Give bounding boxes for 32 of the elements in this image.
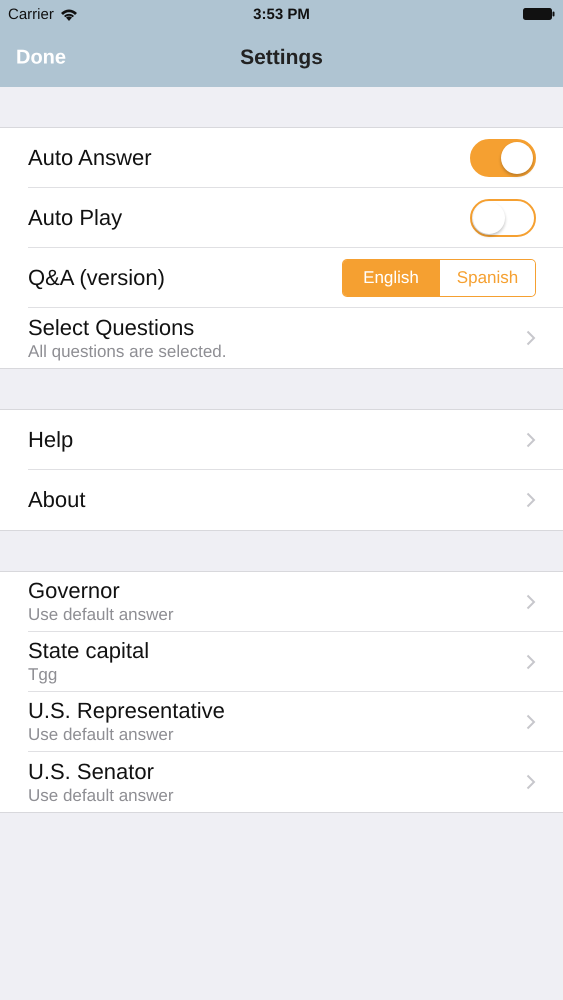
carrier-name: Carrier — [8, 6, 54, 22]
row-label: Governor — [28, 578, 121, 604]
row-label: Help — [28, 426, 74, 452]
row-label: U.S. Representative — [28, 698, 225, 724]
chevron-icon — [526, 774, 536, 790]
segment-tab[interactable]: English — [343, 260, 439, 296]
row-subtitle: Use default answer — [28, 786, 174, 806]
segment-tab[interactable]: Spanish — [439, 260, 535, 296]
done-button[interactable]: Done — [16, 46, 66, 69]
row-subtitle: Tgg — [28, 665, 58, 685]
toggle-switch[interactable] — [470, 198, 536, 236]
wifi-icon — [60, 8, 78, 20]
chevron-icon — [526, 594, 536, 610]
status-time: 3:53 PM — [252, 6, 311, 22]
chevron-icon — [526, 654, 536, 670]
row-label: U.S. Senator — [28, 758, 155, 784]
row-subtitle: Use default answer — [28, 605, 174, 625]
chevron-icon — [526, 714, 536, 730]
row-label: Auto Answer — [28, 144, 152, 170]
row-label: About — [28, 487, 86, 513]
nav-title: Settings — [240, 46, 323, 70]
row-label: Auto Play — [28, 204, 122, 230]
chevron-icon — [526, 330, 536, 346]
row-label: State capital — [28, 638, 150, 664]
battery-icon — [523, 7, 555, 21]
row-subtitle: All questions are selected. — [28, 342, 226, 362]
row-subtitle: Use default answer — [28, 725, 175, 745]
chevron-icon — [526, 492, 536, 508]
chevron-icon — [526, 432, 536, 448]
toggle-switch[interactable] — [470, 138, 536, 176]
row-label: Select Questions — [28, 314, 196, 340]
row-label: Q&A (version) — [28, 264, 165, 290]
